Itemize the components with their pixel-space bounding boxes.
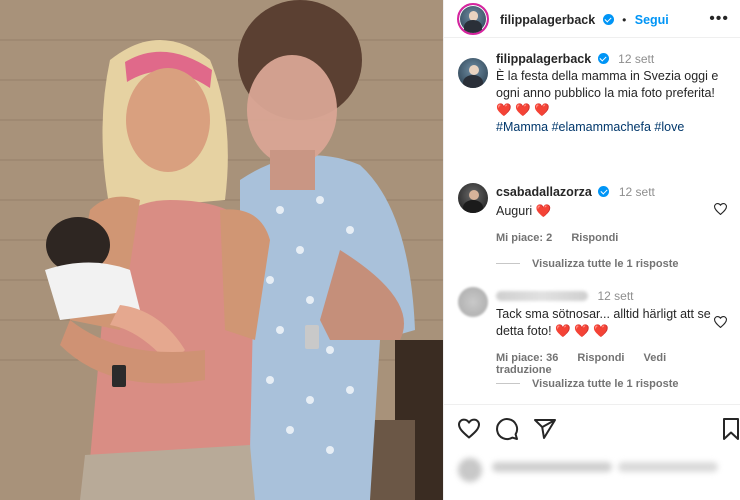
header-username[interactable]: filippalagerback xyxy=(500,13,595,27)
verified-badge-icon xyxy=(598,186,610,197)
comment-timestamp[interactable]: 12 sett xyxy=(597,289,633,303)
heart-icon[interactable] xyxy=(457,417,481,441)
caption-text: È la festa della mamma in Svezia oggi e … xyxy=(496,68,731,119)
avatar-face xyxy=(468,11,479,21)
comment-text: Tack sma sötnosar... alltid härligt att … xyxy=(496,306,711,340)
comment-hearts: ❤️ ❤️ ❤️ xyxy=(555,324,609,338)
caption-hashtags[interactable]: #Mamma #elamammachefa #love xyxy=(496,119,731,136)
blurred-likes-summary xyxy=(458,452,728,492)
post-photo xyxy=(0,0,443,500)
comment-icon[interactable] xyxy=(495,417,519,441)
post-header: filippalagerback • Segui ••• xyxy=(444,0,740,38)
reply-button[interactable]: Rispondi xyxy=(571,232,618,244)
verified-badge-icon xyxy=(602,14,614,25)
caption-username[interactable]: filippalagerback xyxy=(496,52,591,66)
caption-block: filippalagerback 12 sett È la festa dell… xyxy=(496,52,731,136)
comment-item: 12 sett Tack sma sötnosar... alltid härl… xyxy=(496,289,731,376)
comment-actions: Mi piace: 36 Rispondi Vedi traduzione xyxy=(496,352,731,376)
comment-item: csabadallazorza 12 sett Auguri ❤️ Mi pia… xyxy=(496,185,731,244)
avatar-face xyxy=(468,64,479,75)
comment-likes-count[interactable]: Mi piace: 2 xyxy=(496,232,552,244)
comment-like-heart-icon[interactable] xyxy=(714,316,727,328)
comment-heart: ❤️ xyxy=(535,204,552,218)
verified-badge-icon xyxy=(597,53,609,64)
avatar-body xyxy=(463,74,483,88)
caption-body: È la festa della mamma in Svezia oggi e … xyxy=(496,69,719,100)
paper-plane-icon[interactable] xyxy=(533,417,557,441)
comment-likes-count[interactable]: Mi piace: 36 xyxy=(496,352,558,364)
comment-actions: Mi piace: 2 Rispondi xyxy=(496,232,731,244)
caption-avatar[interactable] xyxy=(458,58,488,88)
author-avatar[interactable] xyxy=(457,3,489,35)
header-separator: • xyxy=(622,13,627,27)
view-replies-button[interactable]: Visualizza tutte le 1 risposte xyxy=(496,258,679,270)
comment-avatar[interactable] xyxy=(458,287,488,317)
photo-illustration xyxy=(0,0,443,500)
avatar-body xyxy=(463,199,483,213)
comment-like-heart-icon[interactable] xyxy=(714,203,727,215)
bookmark-icon[interactable] xyxy=(719,417,740,441)
comment-body: Auguri xyxy=(496,204,533,218)
more-options-icon[interactable]: ••• xyxy=(709,10,729,28)
follow-button[interactable]: Segui xyxy=(635,13,669,27)
avatar-body xyxy=(464,20,482,33)
blurred-username xyxy=(496,291,588,301)
header-name-row: filippalagerback • Segui xyxy=(500,11,669,29)
comment-username[interactable]: csabadallazorza xyxy=(496,185,592,199)
comment-avatar[interactable] xyxy=(458,183,488,213)
caption-meta: filippalagerback 12 sett xyxy=(496,52,731,66)
comment-timestamp[interactable]: 12 sett xyxy=(619,185,655,199)
post-side-panel: filippalagerback • Segui ••• filippalage… xyxy=(443,0,740,500)
comment-meta: csabadallazorza 12 sett xyxy=(496,185,731,199)
caption-timestamp[interactable]: 12 sett xyxy=(618,52,654,66)
reply-button[interactable]: Rispondi xyxy=(577,352,624,364)
view-replies-button[interactable]: Visualizza tutte le 1 risposte xyxy=(496,378,679,390)
comment-text: Auguri ❤️ xyxy=(496,203,731,220)
comment-meta: 12 sett xyxy=(496,289,731,303)
caption-hearts: ❤️ ❤️ ❤️ xyxy=(496,103,550,117)
avatar-face xyxy=(468,189,479,200)
post-actions-bar xyxy=(444,404,740,452)
